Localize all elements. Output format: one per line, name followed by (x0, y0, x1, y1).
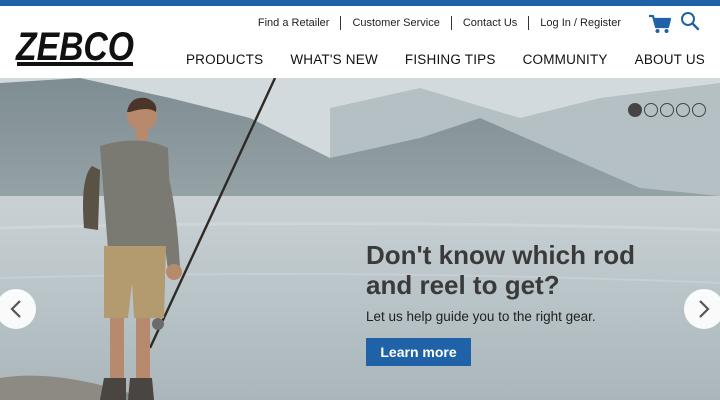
chevron-right-icon (699, 300, 710, 318)
nav-community[interactable]: COMMUNITY (523, 52, 608, 67)
nav-fishing-tips[interactable]: FISHING TIPS (405, 52, 496, 67)
utility-nav: Find a Retailer Customer Service Contact… (247, 16, 632, 30)
hero-subheadline: Let us help guide you to the right gear. (366, 309, 596, 324)
hero-image (0, 78, 720, 400)
nav-whats-new[interactable]: WHAT'S NEW (290, 52, 378, 67)
hero-carousel: Don't know which rod and reel to get? Le… (0, 78, 720, 400)
carousel-dot-4[interactable] (676, 103, 690, 117)
carousel-dot-3[interactable] (660, 103, 674, 117)
svg-text:ZEBCO: ZEBCO (15, 25, 134, 68)
cart-icon[interactable] (648, 14, 672, 34)
carousel-dot-5[interactable] (692, 103, 706, 117)
find-retailer-link[interactable]: Find a Retailer (247, 16, 341, 30)
customer-service-link[interactable]: Customer Service (341, 16, 450, 30)
nav-about-us[interactable]: ABOUT US (635, 52, 705, 67)
search-icon[interactable] (680, 11, 700, 31)
chevron-left-icon (10, 300, 21, 318)
main-nav: PRODUCTS WHAT'S NEW FISHING TIPS COMMUNI… (159, 52, 705, 67)
carousel-dot-2[interactable] (644, 103, 658, 117)
hero-headline: Don't know which rod and reel to get? (366, 240, 636, 300)
login-register-link[interactable]: Log In / Register (529, 16, 632, 30)
nav-products[interactable]: PRODUCTS (186, 52, 263, 67)
carousel-indicators (628, 103, 706, 117)
zebco-logo[interactable]: ZEBCO (14, 22, 136, 69)
learn-more-button[interactable]: Learn more (366, 338, 471, 366)
zebco-logo-graphic: ZEBCO (15, 25, 134, 69)
carousel-next-button[interactable] (684, 289, 720, 329)
site-header: ZEBCO Find a Retailer Customer Service C… (0, 6, 720, 78)
contact-us-link[interactable]: Contact Us (452, 16, 528, 30)
carousel-dot-1[interactable] (628, 103, 642, 117)
